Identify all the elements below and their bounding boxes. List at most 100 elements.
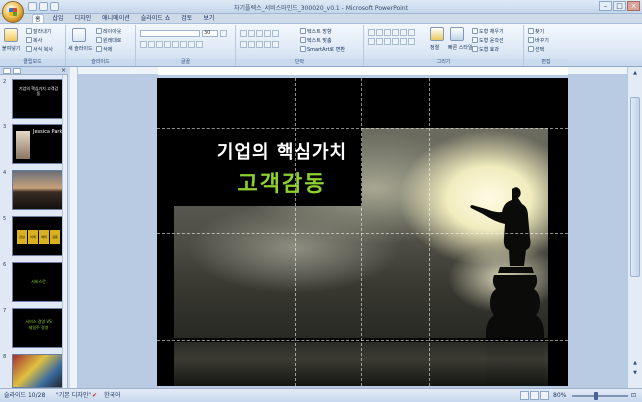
slide-thumbnail[interactable]: 서비스란 — [12, 262, 65, 302]
curve-shape-icon[interactable] — [376, 38, 383, 45]
new-slide-button[interactable]: 새 슬라이드 — [68, 45, 93, 52]
tab-review[interactable]: 검토 — [179, 14, 194, 23]
freeform-shape-icon[interactable] — [384, 38, 391, 45]
shadow-icon[interactable] — [172, 41, 179, 48]
language-indicator[interactable]: 한국어 — [104, 389, 121, 402]
slide-thumbnail[interactable]: 서비스 경영 VS 제일주 경영 — [12, 308, 65, 348]
tab-slideshow[interactable]: 슬라이드 쇼 — [139, 14, 173, 23]
tab-design[interactable]: 디자인 — [73, 14, 94, 23]
zoom-slider[interactable] — [572, 395, 628, 397]
vertical-scrollbar[interactable]: ▲ ▲ ▼ — [627, 67, 642, 388]
columns-icon[interactable] — [272, 41, 279, 48]
copy-button[interactable]: 복사 — [26, 37, 42, 44]
bullets-icon[interactable] — [240, 30, 247, 37]
decrease-indent-icon[interactable] — [256, 30, 263, 37]
textbox-shape-icon[interactable] — [368, 38, 375, 45]
font-name-select[interactable] — [140, 30, 200, 37]
arrange-button[interactable]: 정렬 — [430, 44, 439, 51]
copy-label: 복사 — [33, 38, 43, 44]
format-painter-button[interactable]: 서식 복사 — [26, 46, 53, 53]
italic-icon[interactable] — [148, 41, 155, 48]
bold-icon[interactable] — [140, 41, 147, 48]
underline-icon[interactable] — [156, 41, 163, 48]
find-button[interactable]: 찾기 — [528, 28, 544, 35]
tab-animation[interactable]: 애니메이션 — [100, 14, 132, 23]
triangle-shape-icon[interactable] — [400, 29, 407, 36]
slideshow-view-icon[interactable] — [540, 391, 549, 400]
rounded-rect-shape-icon[interactable] — [408, 29, 415, 36]
paste-button[interactable]: 붙여넣기 — [2, 45, 20, 52]
select-button[interactable]: 선택 — [528, 46, 544, 53]
close-button[interactable]: × — [627, 1, 640, 11]
outline-tab-icon[interactable] — [13, 68, 21, 74]
slides-tab-icon[interactable] — [3, 68, 11, 74]
cut-button[interactable]: 잘라내기 — [26, 28, 51, 35]
slide-thumbnail[interactable]: 기업의 핵심가치 고객감동 — [12, 79, 65, 119]
horizontal-guide[interactable] — [157, 128, 568, 129]
office-button[interactable] — [2, 1, 24, 23]
strikethrough-icon[interactable] — [164, 41, 171, 48]
value-box: 이해 — [28, 230, 38, 244]
smartart-button[interactable]: SmartArt로 변환 — [300, 46, 345, 53]
thumbnail-scrollbar[interactable] — [62, 75, 67, 388]
shape-effects-button[interactable]: 도형 효과 — [472, 46, 499, 53]
align-text-button[interactable]: 텍스트 맞춤 — [300, 37, 332, 44]
align-center-icon[interactable] — [248, 41, 255, 48]
line-spacing-icon[interactable] — [272, 30, 279, 37]
scroll-up-icon[interactable]: ▲ — [630, 69, 640, 77]
char-spacing-icon[interactable] — [180, 41, 187, 48]
slide-sorter-icon[interactable] — [530, 391, 539, 400]
align-right-icon[interactable] — [256, 41, 263, 48]
slide-thumbnail[interactable]: 관심 이해 배려 감동 — [12, 216, 65, 256]
tab-insert[interactable]: 삽입 — [51, 14, 66, 23]
next-slide-icon[interactable]: ▼ — [630, 369, 640, 377]
shape-outline-button[interactable]: 도형 윤곽선 — [472, 37, 504, 44]
justify-icon[interactable] — [264, 41, 271, 48]
horizontal-guide[interactable] — [157, 233, 568, 234]
horizontal-guide[interactable] — [157, 340, 568, 341]
slide-title[interactable]: 기업의 핵심가치 — [157, 138, 407, 164]
increase-indent-icon[interactable] — [264, 30, 271, 37]
normal-view-icon[interactable] — [520, 391, 529, 400]
align-left-icon[interactable] — [240, 41, 247, 48]
reset-button[interactable]: 원래대로 — [96, 37, 121, 44]
line-shape-icon[interactable] — [368, 29, 375, 36]
star-shape-icon[interactable] — [392, 38, 399, 45]
change-case-icon[interactable] — [188, 41, 195, 48]
callout-shape-icon[interactable] — [408, 38, 415, 45]
delete-slide-button[interactable]: 삭제 — [96, 46, 112, 53]
zoom-level[interactable]: 80% — [553, 389, 566, 402]
slide-subtitle[interactable]: 고객감동 — [157, 166, 407, 198]
numbering-icon[interactable] — [248, 30, 255, 37]
close-panel-icon[interactable]: × — [61, 68, 66, 74]
tab-home[interactable]: 홈 — [32, 14, 44, 23]
slide-thumbnail[interactable]: Jessica Park — [12, 124, 65, 164]
slide-thumbnail[interactable] — [12, 354, 65, 388]
grow-font-icon[interactable] — [220, 30, 227, 37]
oval-shape-icon[interactable] — [392, 29, 399, 36]
scrollbar-thumb[interactable] — [630, 97, 640, 277]
slide-thumbnail[interactable] — [12, 170, 65, 210]
quick-styles-button[interactable]: 빠른 스타일 — [448, 44, 473, 51]
prev-slide-icon[interactable]: ▲ — [630, 359, 640, 367]
minimize-button[interactable]: – — [599, 1, 612, 11]
text-direction-button[interactable]: 텍스트 방향 — [300, 28, 332, 35]
tab-view[interactable]: 보기 — [201, 14, 216, 23]
arrow-shape-icon[interactable] — [376, 29, 383, 36]
brace-shape-icon[interactable] — [400, 38, 407, 45]
select-label: 선택 — [535, 47, 545, 53]
font-size-select[interactable]: 30 — [202, 30, 218, 37]
thumbnail-text: 서비스 경영 VS 제일주 경영 — [25, 319, 52, 330]
slide-number: 7 — [3, 308, 7, 314]
zoom-slider-knob[interactable] — [594, 392, 598, 400]
shape-fill-button[interactable]: 도형 채우기 — [472, 28, 504, 35]
layout-button[interactable]: 레이아웃 — [96, 28, 121, 35]
maximize-button[interactable]: □ — [613, 1, 626, 11]
current-slide[interactable]: 기업의 핵심가치 고객감동 — [157, 78, 568, 386]
fit-window-icon[interactable]: ⊡ — [631, 389, 636, 402]
replace-button[interactable]: 바꾸기 — [528, 37, 549, 44]
font-color-icon[interactable] — [196, 41, 203, 48]
font-group-label: 글꼴 — [136, 59, 235, 66]
spellcheck-icon[interactable]: ✔ — [92, 389, 97, 402]
rect-shape-icon[interactable] — [384, 29, 391, 36]
